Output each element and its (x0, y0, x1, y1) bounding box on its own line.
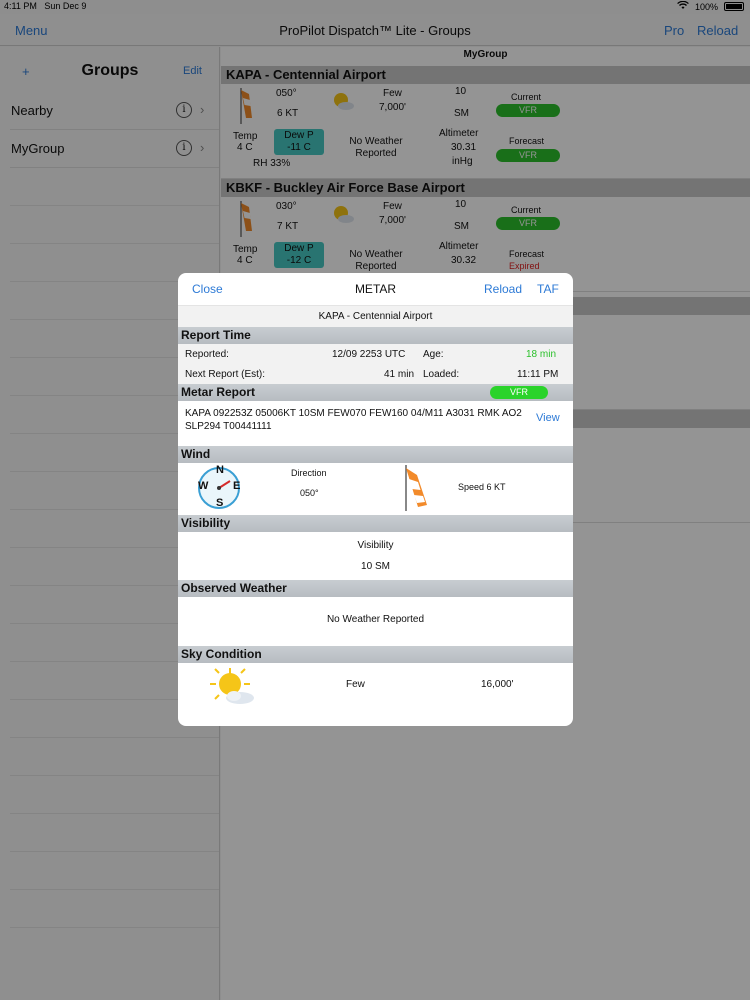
wind-speed-value: Speed 6 KT (458, 482, 506, 492)
windsock-icon (405, 465, 427, 511)
report-time-section: Reported: 12/09 2253 UTC Age: 18 min Nex… (178, 344, 573, 384)
view-button[interactable]: View (536, 412, 560, 424)
loaded-value: 11:11 PM (517, 369, 559, 380)
section-header-sky-condition: Sky Condition (178, 646, 573, 663)
direction-value: 050° (300, 488, 319, 498)
modal-reload-button[interactable]: Reload (484, 282, 522, 296)
taf-button[interactable]: TAF (537, 282, 559, 296)
observed-weather-section: No Weather Reported (178, 597, 573, 646)
loaded-label: Loaded: (423, 369, 460, 380)
compass-n: N (216, 464, 224, 476)
airport-name: KAPA - Centennial Airport (178, 305, 573, 327)
section-title: Metar Report (181, 385, 256, 399)
sky-cover-value: Few (346, 679, 365, 690)
section-header-visibility: Visibility (178, 515, 573, 532)
flight-rule-badge: VFR (490, 386, 548, 399)
visibility-label: Visibility (357, 540, 394, 551)
section-header-wind: Wind (178, 446, 573, 463)
reported-value: 12/09 2253 UTC (332, 349, 406, 360)
metar-modal: Close METAR Reload TAF KAPA - Centennial… (178, 273, 573, 726)
direction-label: Direction (291, 468, 327, 478)
visibility-value: 10 SM (361, 561, 390, 572)
next-report-label: Next Report (Est): (185, 369, 266, 380)
metar-report-section: KAPA 092253Z 05006KT 10SM FEW070 FEW160 … (178, 401, 573, 446)
sky-altitude-value: 16,000' (481, 679, 514, 690)
age-label: Age: (423, 349, 444, 360)
compass-w: W (198, 480, 209, 492)
age-value: 18 min (526, 349, 557, 360)
wind-section: N S E W Direction 050° Speed 6 KT (178, 463, 573, 515)
compass-e: E (233, 480, 241, 492)
sun-cloud-icon (210, 668, 254, 704)
compass-s: S (216, 497, 224, 509)
sky-condition-section: Few 16,000' (178, 663, 573, 711)
reported-label: Reported: (185, 349, 229, 360)
next-report-value: 41 min (384, 369, 415, 380)
section-header-report-time: Report Time (178, 327, 573, 344)
visibility-section: Visibility 10 SM (178, 532, 573, 580)
observed-weather-value: No Weather Reported (326, 614, 425, 625)
section-header-observed-weather: Observed Weather (178, 580, 573, 597)
metar-raw-text: KAPA 092253Z 05006KT 10SM FEW070 FEW160 … (185, 408, 522, 432)
modal-nav-bar: Close METAR Reload TAF (178, 273, 573, 305)
